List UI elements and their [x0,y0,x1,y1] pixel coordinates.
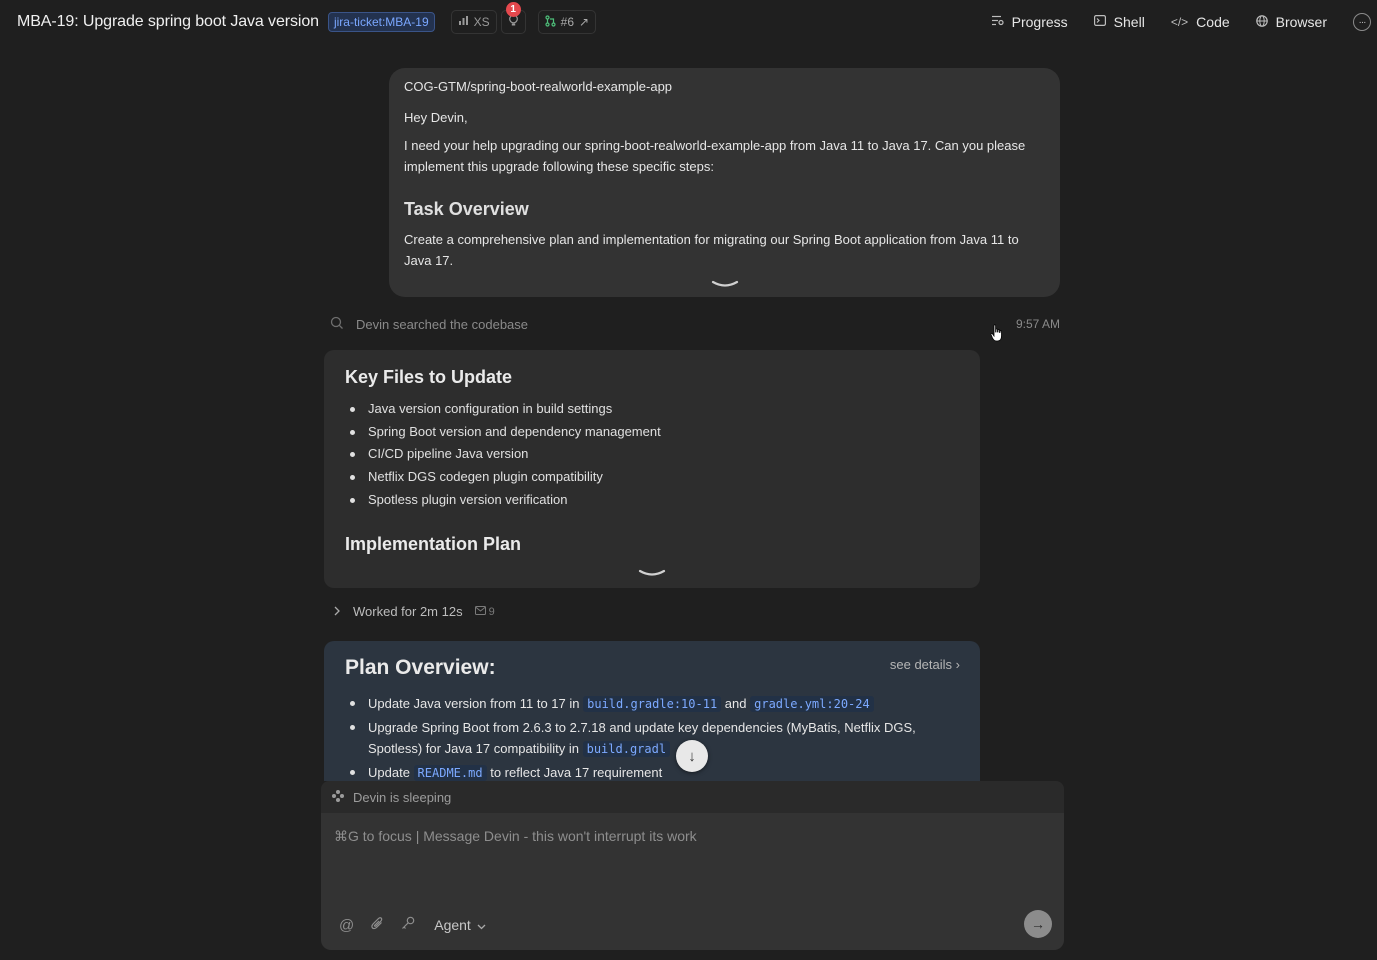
file-reference[interactable]: build.gradl [582,741,671,757]
worked-summary[interactable]: Worked for 2m 12s 9 [333,604,495,619]
jira-tag[interactable]: jira-ticket:MBA-19 [327,12,435,32]
plan-item-text: and [724,696,747,711]
message-input[interactable]: ⌘G to focus | Message Devin - this won't… [334,828,697,845]
terminal-icon [1093,15,1106,29]
sleeping-icon [331,789,345,806]
session-title: MBA-19: Upgrade spring boot Java version [17,13,319,30]
plan-overview-card: Plan Overview: see details › Update Java… [324,641,980,781]
tab-code[interactable]: </> Code [1171,14,1230,30]
message-overview: Create a comprehensive plan and implemen… [404,232,1019,268]
pr-number: #6 [560,15,575,29]
chevron-right-icon [333,604,341,619]
tab-progress-label: Progress [1011,14,1068,30]
list-item: Netflix DGS codegen plugin compatibility [345,466,959,489]
external-link-icon: ↗ [579,15,590,29]
tab-code-label: Code [1196,14,1230,30]
chevron-right-icon: › [955,657,960,672]
codebase-search-event[interactable]: Devin searched the codebase 9:57 AM [330,314,1060,334]
expand-card-icon[interactable] [638,564,666,582]
tab-browser[interactable]: Browser [1255,14,1327,30]
key-files-card: Key Files to Update Java version configu… [324,350,980,588]
message-heading: Task Overview [404,199,529,219]
composer-toolbar: @ Agent [339,916,486,934]
expand-message-icon[interactable] [711,275,739,293]
list-item: Update Java version from 11 to 17 in bui… [345,693,959,715]
list-item: CI/CD pipeline Java version [345,443,959,466]
plan-list: Update Java version from 11 to 17 in bui… [345,693,959,781]
chevron-down-icon [477,917,486,933]
code-icon: </> [1170,15,1189,29]
size-pill[interactable]: XS [450,10,497,34]
worked-duration: Worked for 2m 12s [353,604,463,619]
hand-cursor-icon [990,324,1002,342]
message-composer[interactable]: ⌘G to focus | Message Devin - this won't… [321,813,1064,950]
message-count: 9 [474,605,495,618]
timestamp: 9:57 AM [1015,317,1060,331]
more-options-icon[interactable]: ··· [1353,13,1371,31]
pull-request-icon [545,14,556,30]
notification-badge: 1 [505,2,521,17]
attachment-icon[interactable] [371,916,384,934]
tab-browser-label: Browser [1275,14,1327,30]
plan-item-text: Update Java version from 11 to 17 in [368,696,580,711]
view-tabs: Progress Shell </> Code Browser ··· [991,0,1377,44]
key-files-heading: Key Files to Update [345,367,513,387]
scroll-to-bottom-button[interactable]: ↓ [676,740,708,772]
implementation-plan-heading: Implementation Plan [345,533,522,554]
file-reference[interactable]: gradle.yml:20-24 [750,696,874,712]
send-button[interactable]: → [1024,910,1052,938]
arrow-right-icon: → [1031,916,1045,932]
message-count-value: 9 [488,605,495,618]
file-reference[interactable]: build.gradle:10-11 [583,696,722,712]
mention-icon[interactable]: @ [339,917,354,934]
key-icon[interactable] [401,916,415,934]
see-details-link[interactable]: see details › [890,657,960,672]
arrow-down-icon: ↓ [688,747,696,765]
agent-status-text: Devin is sleeping [353,790,452,805]
user-message: COG-GTM/spring-boot-realworld-example-ap… [389,68,1060,297]
message-greeting: Hey Devin, [404,110,468,125]
agent-mode-label: Agent [434,917,471,933]
tab-progress[interactable]: Progress [991,14,1068,30]
globe-icon [1255,14,1268,30]
plan-item-text: Update [368,765,410,780]
list-item: Java version configuration in build sett… [345,398,959,421]
bar-chart-icon [458,15,469,29]
progress-icon [991,15,1004,29]
agent-mode-select[interactable]: Agent [434,917,486,933]
plan-item-text: to reflect Java 17 requirement [490,765,663,780]
key-files-list: Java version configuration in build sett… [345,398,959,512]
tab-shell[interactable]: Shell [1093,14,1145,30]
pull-request-pill[interactable]: #6 ↗ [537,10,597,34]
file-reference[interactable]: README.md [413,765,487,781]
list-item: Spotless plugin version verification [345,489,959,512]
plan-heading: Plan Overview: [345,656,496,679]
size-label: XS [473,15,490,29]
list-item: Update README.md to reflect Java 17 requ… [345,762,959,781]
top-bar: MBA-19: Upgrade spring boot Java version… [0,0,1377,44]
insights-pill[interactable]: 1 [500,2,526,34]
search-event-text: Devin searched the codebase [356,316,529,332]
repo-name: COG-GTM/spring-boot-realworld-example-ap… [404,79,673,94]
message-body: I need your help upgrading our spring-bo… [404,138,1026,174]
list-item: Spring Boot version and dependency manag… [345,421,959,444]
see-details-label: see details [889,657,953,672]
list-item: Upgrade Spring Boot from 2.6.3 to 2.7.18… [345,717,959,760]
mail-icon [474,605,489,618]
tab-shell-label: Shell [1113,14,1145,30]
search-icon [330,316,356,333]
agent-status-bar: Devin is sleeping [321,781,1064,814]
